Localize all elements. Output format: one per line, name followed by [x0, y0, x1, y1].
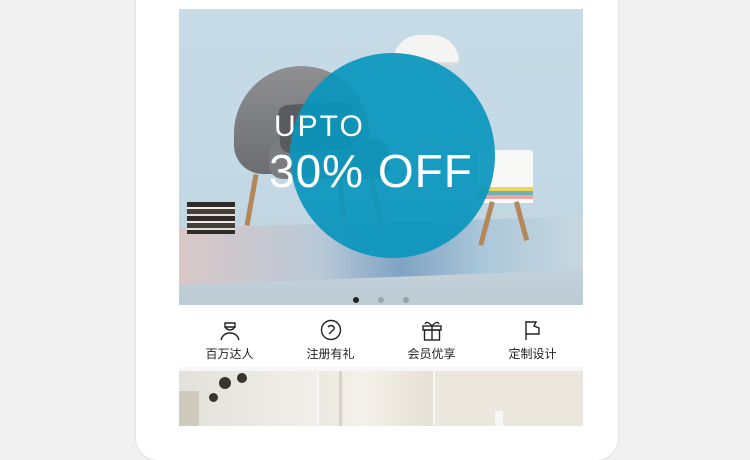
chair-leg [244, 173, 259, 227]
product-tiles [179, 371, 583, 426]
decor-ball [219, 377, 231, 389]
gift-icon [421, 321, 442, 341]
menu-label: 定制设计 [508, 347, 557, 361]
menu-item-register[interactable]: 注册有礼 [280, 305, 381, 367]
expert-icon [219, 322, 240, 341]
lamp-cord [425, 9, 426, 37]
product-tile[interactable] [435, 371, 583, 426]
carousel-dots [179, 288, 583, 305]
promo-banner[interactable]: UPTO 30% OFF [179, 9, 583, 305]
menu-item-custom-design[interactable]: 定制设计 [482, 305, 583, 367]
promo-text-discount: 30% OFF [269, 145, 473, 197]
carousel-dot-3[interactable] [403, 297, 410, 303]
book-stack [187, 202, 235, 234]
frame [179, 391, 199, 426]
register-icon [320, 319, 341, 341]
app-screen: UPTO 30% OFF 百万达人 注册有礼 会员优享 定制设计 [179, 0, 583, 426]
carousel-dot-2[interactable] [378, 297, 384, 303]
carousel-dot-1[interactable] [352, 297, 359, 303]
menu-item-membership[interactable]: 会员优享 [381, 305, 482, 367]
menu-label: 百万达人 [205, 347, 254, 361]
menu-item-expert[interactable]: 百万达人 [179, 305, 280, 367]
product-tile[interactable] [179, 371, 317, 426]
promo-text-upto: UPTO [274, 110, 365, 143]
menu-label: 会员优享 [407, 347, 456, 361]
top-bar [179, 0, 583, 9]
quick-menu: 百万达人 注册有礼 会员优享 定制设计 [179, 305, 583, 367]
product-tile[interactable] [319, 371, 433, 426]
decor-ball [209, 393, 218, 402]
menu-label: 注册有礼 [306, 347, 355, 361]
flag-icon [524, 321, 540, 340]
decor-ball [237, 373, 247, 383]
lamp-shade [495, 411, 503, 426]
window-frame [339, 371, 342, 426]
